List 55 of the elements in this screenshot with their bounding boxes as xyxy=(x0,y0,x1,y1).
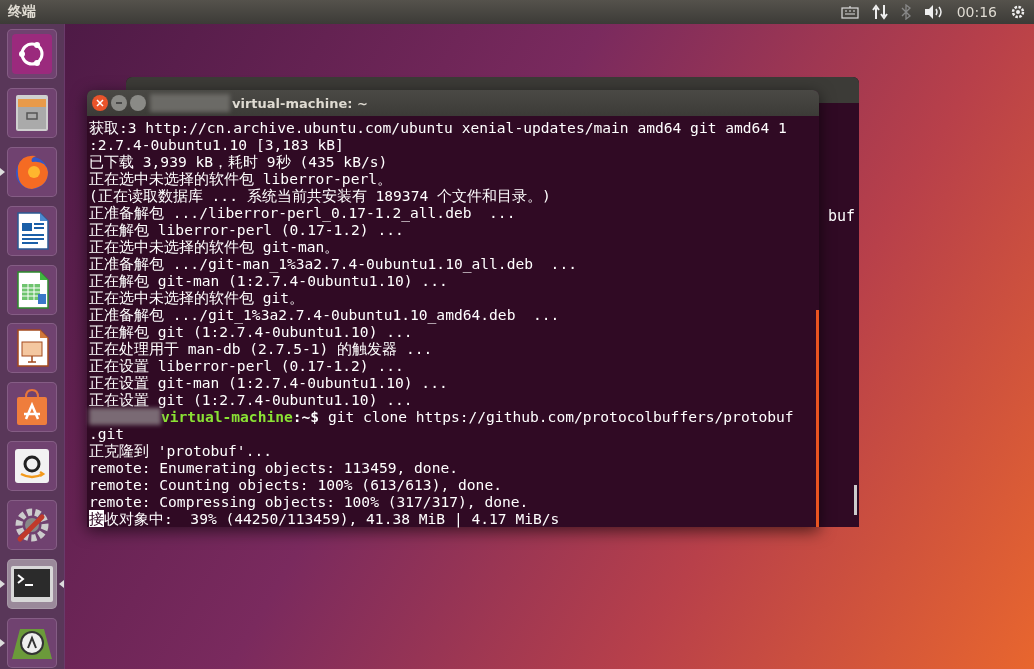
launcher-app-button[interactable] xyxy=(7,205,57,256)
close-button[interactable] xyxy=(92,95,108,111)
bluetooth-icon[interactable] xyxy=(900,4,911,20)
window-title: virtual-machine: ~ xyxy=(232,95,368,111)
terminal-line: 正在选中未选择的软件包 liberror-perl。 xyxy=(89,170,392,187)
launcher-app-button[interactable] xyxy=(7,264,57,315)
network-arrows-icon[interactable] xyxy=(871,4,888,20)
scrollbar[interactable] xyxy=(816,310,819,527)
terminal-line: 正在解包 git (1:2.7.4-0ubuntu1.10) ... xyxy=(89,323,413,340)
terminal-line: 正在设置 git-man (1:2.7.4-0ubuntu1.10) ... xyxy=(89,374,448,391)
terminal-line: 收对象中: 39% (44250/113459), 41.38 MiB | 4.17 MiB/s xyxy=(104,510,560,527)
terminal-line: 正在解包 git-man (1:2.7.4-0ubuntu1.10) ... xyxy=(89,272,448,289)
keyboard-icon[interactable] xyxy=(840,5,859,19)
terminal-line: 正准备解包 .../liberror-perl_0.17-1.2_all.deb ... xyxy=(89,204,516,221)
terminal-line: (正在读取数据库 ... 系统当前共安装有 189374 个文件和目录。) xyxy=(89,187,551,204)
power-gear-icon[interactable] xyxy=(1010,4,1026,20)
volume-icon[interactable] xyxy=(923,4,944,20)
terminal-line: 正克隆到 'protobuf'... xyxy=(89,442,272,459)
clock[interactable]: 00:16 xyxy=(956,4,997,20)
maximize-button[interactable] xyxy=(130,95,146,111)
circle-logo-icon xyxy=(12,34,52,75)
terminal-line: 获取:3 http://cn.archive.ubuntu.com/ubuntu xenial-updates/main amd64 git amd64 1 xyxy=(89,119,787,136)
prompt-host: virtual-machine xyxy=(161,408,293,425)
terminal-line: :2.7.4-0ubuntu1.10 [3,183 kB] xyxy=(89,136,344,153)
terminal-line: 正准备解包 .../git-man_1%3a2.7.4-0ubuntu1.10_all.deb ... xyxy=(89,255,577,272)
terminal-line: 正在选中未选择的软件包 git-man。 xyxy=(89,238,340,255)
terminal-line: 正准备解包 .../git_1%3a2.7.4-0ubuntu1.10_amd64.deb ... xyxy=(89,306,560,323)
terminal-line: remote: Counting objects: 100% (613/613), done. xyxy=(89,476,502,493)
app-title: 终端 xyxy=(8,3,36,21)
terminal-text: buf xyxy=(827,207,855,225)
launcher-app-button[interactable] xyxy=(7,499,57,550)
launcher-app-button[interactable] xyxy=(7,323,57,374)
command-text: git clone https://github.com/protocolbuffers/protobuf xyxy=(327,408,794,425)
terminal-line: 正在选中未选择的软件包 git。 xyxy=(89,289,305,306)
terminal-line: 正在设置 git (1:2.7.4-0ubuntu1.10) ... xyxy=(89,391,413,408)
launcher-app-button[interactable] xyxy=(7,88,57,139)
terminal-line: .git xyxy=(89,425,125,442)
terminal-line: remote: Compressing objects: 100% (317/317), done. xyxy=(89,493,529,510)
terminal-line: remote: Enumerating objects: 113459, done. xyxy=(89,459,459,476)
launcher-app-button[interactable] xyxy=(7,617,57,668)
prompt-path: :~$ xyxy=(292,408,320,425)
terminal-line: 已下载 3,939 kB，耗时 9秒 (435 kB/s) xyxy=(89,153,388,170)
minimize-icon xyxy=(115,99,123,107)
launcher-terminal-button[interactable] xyxy=(7,558,57,609)
text-cursor: 接 xyxy=(89,510,104,527)
terminal-line: 正在解包 liberror-perl (0.17-1.2) ... xyxy=(89,221,404,238)
blurred-patch xyxy=(89,408,161,425)
scrollbar xyxy=(854,485,857,515)
terminal-line: 正在设置 liberror-perl (0.17-1.2) ... xyxy=(89,357,404,374)
launcher-app-button[interactable] xyxy=(7,441,57,492)
terminal-line: 正在处理用于 man-db (2.7.5-1) 的触发器 ... xyxy=(89,340,433,357)
launcher-app-button[interactable] xyxy=(7,29,57,80)
launcher-app-button[interactable] xyxy=(7,382,57,433)
terminal-icon xyxy=(10,563,54,604)
close-icon xyxy=(96,99,104,107)
